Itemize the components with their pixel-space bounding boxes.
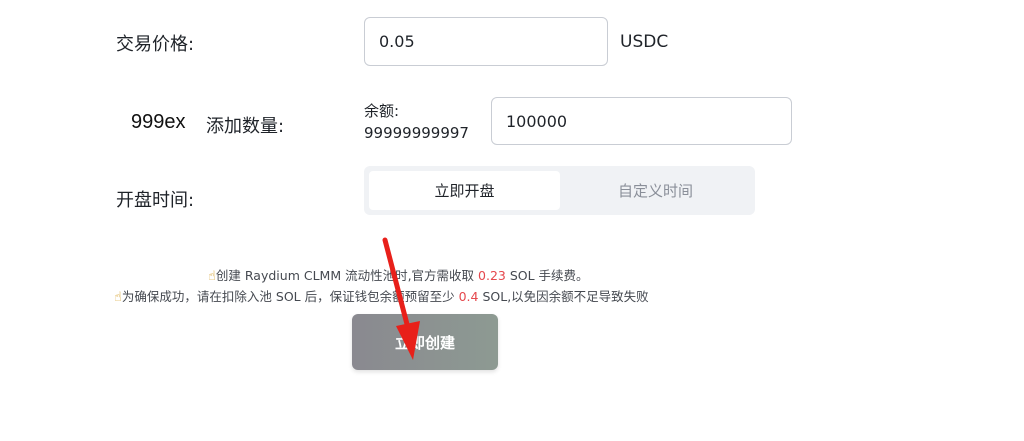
price-unit: USDC bbox=[620, 32, 669, 52]
balance-label: 余额: bbox=[364, 102, 400, 120]
fee-amount: 0.23 bbox=[478, 268, 506, 283]
pointing-hand-icon: ☝ bbox=[208, 269, 216, 284]
quantity-input[interactable]: 100000 bbox=[491, 97, 792, 145]
pointing-hand-icon: ☝ bbox=[114, 290, 122, 305]
red-arrow-annotation bbox=[382, 237, 420, 360]
open-time-label: 开盘时间: bbox=[116, 190, 195, 211]
balance-value: 99999999997 bbox=[364, 124, 469, 142]
quantity-label: 添加数量: bbox=[206, 116, 285, 137]
open-time-toggle: 立即开盘 自定义时间 bbox=[364, 166, 755, 215]
token-name: 999ex bbox=[131, 111, 186, 133]
custom-time-option[interactable]: 自定义时间 bbox=[560, 171, 751, 210]
reserve-amount: 0.4 bbox=[458, 289, 479, 304]
price-input[interactable]: 0.05 bbox=[364, 17, 608, 66]
price-label: 交易价格: bbox=[116, 34, 195, 55]
open-now-option[interactable]: 立即开盘 bbox=[369, 171, 560, 210]
